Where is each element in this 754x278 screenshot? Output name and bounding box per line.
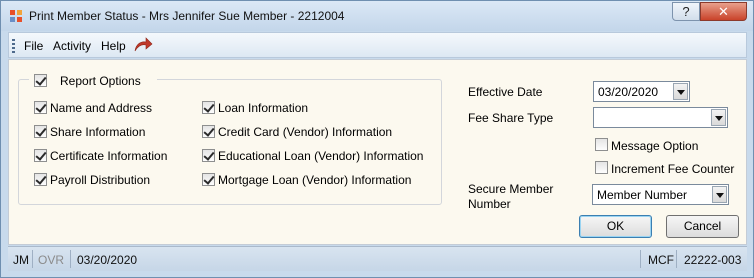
secure-member-label-line1: Secure Member [468, 182, 554, 196]
status-bar: JM OVR 03/20/2020 MCF 22222-003 [8, 246, 747, 271]
cancel-button[interactable]: Cancel [666, 215, 739, 238]
status-divider [640, 250, 641, 268]
effective-date-dropdown-icon[interactable] [673, 83, 688, 100]
secure-member-dropdown-icon[interactable] [712, 186, 727, 203]
certificate-information-label: Certificate Information [50, 149, 168, 163]
report-options-label: Report Options [60, 74, 141, 88]
menu-activity[interactable]: Activity [53, 39, 91, 53]
status-code: MCF [648, 253, 674, 267]
secure-member-number-value: Member Number [597, 188, 688, 202]
credit-card-vendor-checkbox[interactable] [202, 125, 215, 138]
name-and-address-label: Name and Address [50, 101, 153, 115]
redo-arrow-icon[interactable] [133, 36, 153, 54]
status-mode: OVR [38, 253, 65, 267]
close-button[interactable]: ✕ [700, 2, 747, 21]
secure-member-label-line2: Number [468, 197, 511, 211]
effective-date-value: 03/20/2020 [598, 85, 659, 99]
secure-member-number-select[interactable]: Member Number [592, 184, 729, 205]
increment-fee-counter-label: Increment Fee Counter [611, 162, 735, 176]
status-account: 22222-003 [684, 253, 742, 267]
message-option-checkbox[interactable] [595, 138, 608, 151]
effective-date-field[interactable]: 03/20/2020 [593, 81, 690, 102]
loan-information-checkbox[interactable] [202, 101, 215, 114]
loan-information-label: Loan Information [218, 101, 309, 115]
status-divider [676, 250, 677, 268]
payroll-distribution-label: Payroll Distribution [50, 173, 151, 187]
educational-loan-vendor-checkbox[interactable] [202, 149, 215, 162]
menu-bar: File Activity Help [8, 32, 747, 58]
menu-file[interactable]: File [24, 39, 43, 53]
app-icon [10, 10, 22, 22]
fee-share-type-label: Fee Share Type [468, 111, 554, 125]
payroll-distribution-checkbox[interactable] [34, 173, 47, 186]
status-user: JM [13, 253, 29, 267]
window-title: Print Member Status - Mrs Jennifer Sue M… [29, 9, 345, 23]
share-information-checkbox[interactable] [34, 125, 47, 138]
educational-loan-vendor-label: Educational Loan (Vendor) Information [218, 149, 424, 163]
effective-date-label: Effective Date [468, 85, 543, 99]
status-divider [70, 250, 71, 268]
status-divider [32, 250, 33, 268]
report-options-checkbox[interactable] [34, 74, 47, 87]
mortgage-loan-vendor-label: Mortgage Loan (Vendor) Information [218, 173, 412, 187]
print-member-status-window: Print Member Status - Mrs Jennifer Sue M… [0, 0, 754, 278]
status-date: 03/20/2020 [77, 253, 138, 267]
mortgage-loan-vendor-checkbox[interactable] [202, 173, 215, 186]
ok-button[interactable]: OK [579, 215, 652, 238]
credit-card-vendor-label: Credit Card (Vendor) Information [218, 125, 393, 139]
content-panel: Report Options Name and Address Share In… [8, 59, 747, 245]
fee-share-type-select[interactable] [593, 107, 728, 128]
help-button[interactable]: ? [672, 2, 700, 21]
name-and-address-checkbox[interactable] [34, 101, 47, 114]
increment-fee-counter-checkbox[interactable] [595, 161, 608, 174]
title-bar[interactable]: Print Member Status - Mrs Jennifer Sue M… [1, 1, 753, 31]
toolbar-grip-icon[interactable] [12, 39, 15, 53]
menu-help[interactable]: Help [101, 39, 126, 53]
certificate-information-checkbox[interactable] [34, 149, 47, 162]
share-information-label: Share Information [50, 125, 146, 139]
fee-share-type-dropdown-icon[interactable] [711, 109, 726, 126]
message-option-label: Message Option [611, 139, 699, 153]
